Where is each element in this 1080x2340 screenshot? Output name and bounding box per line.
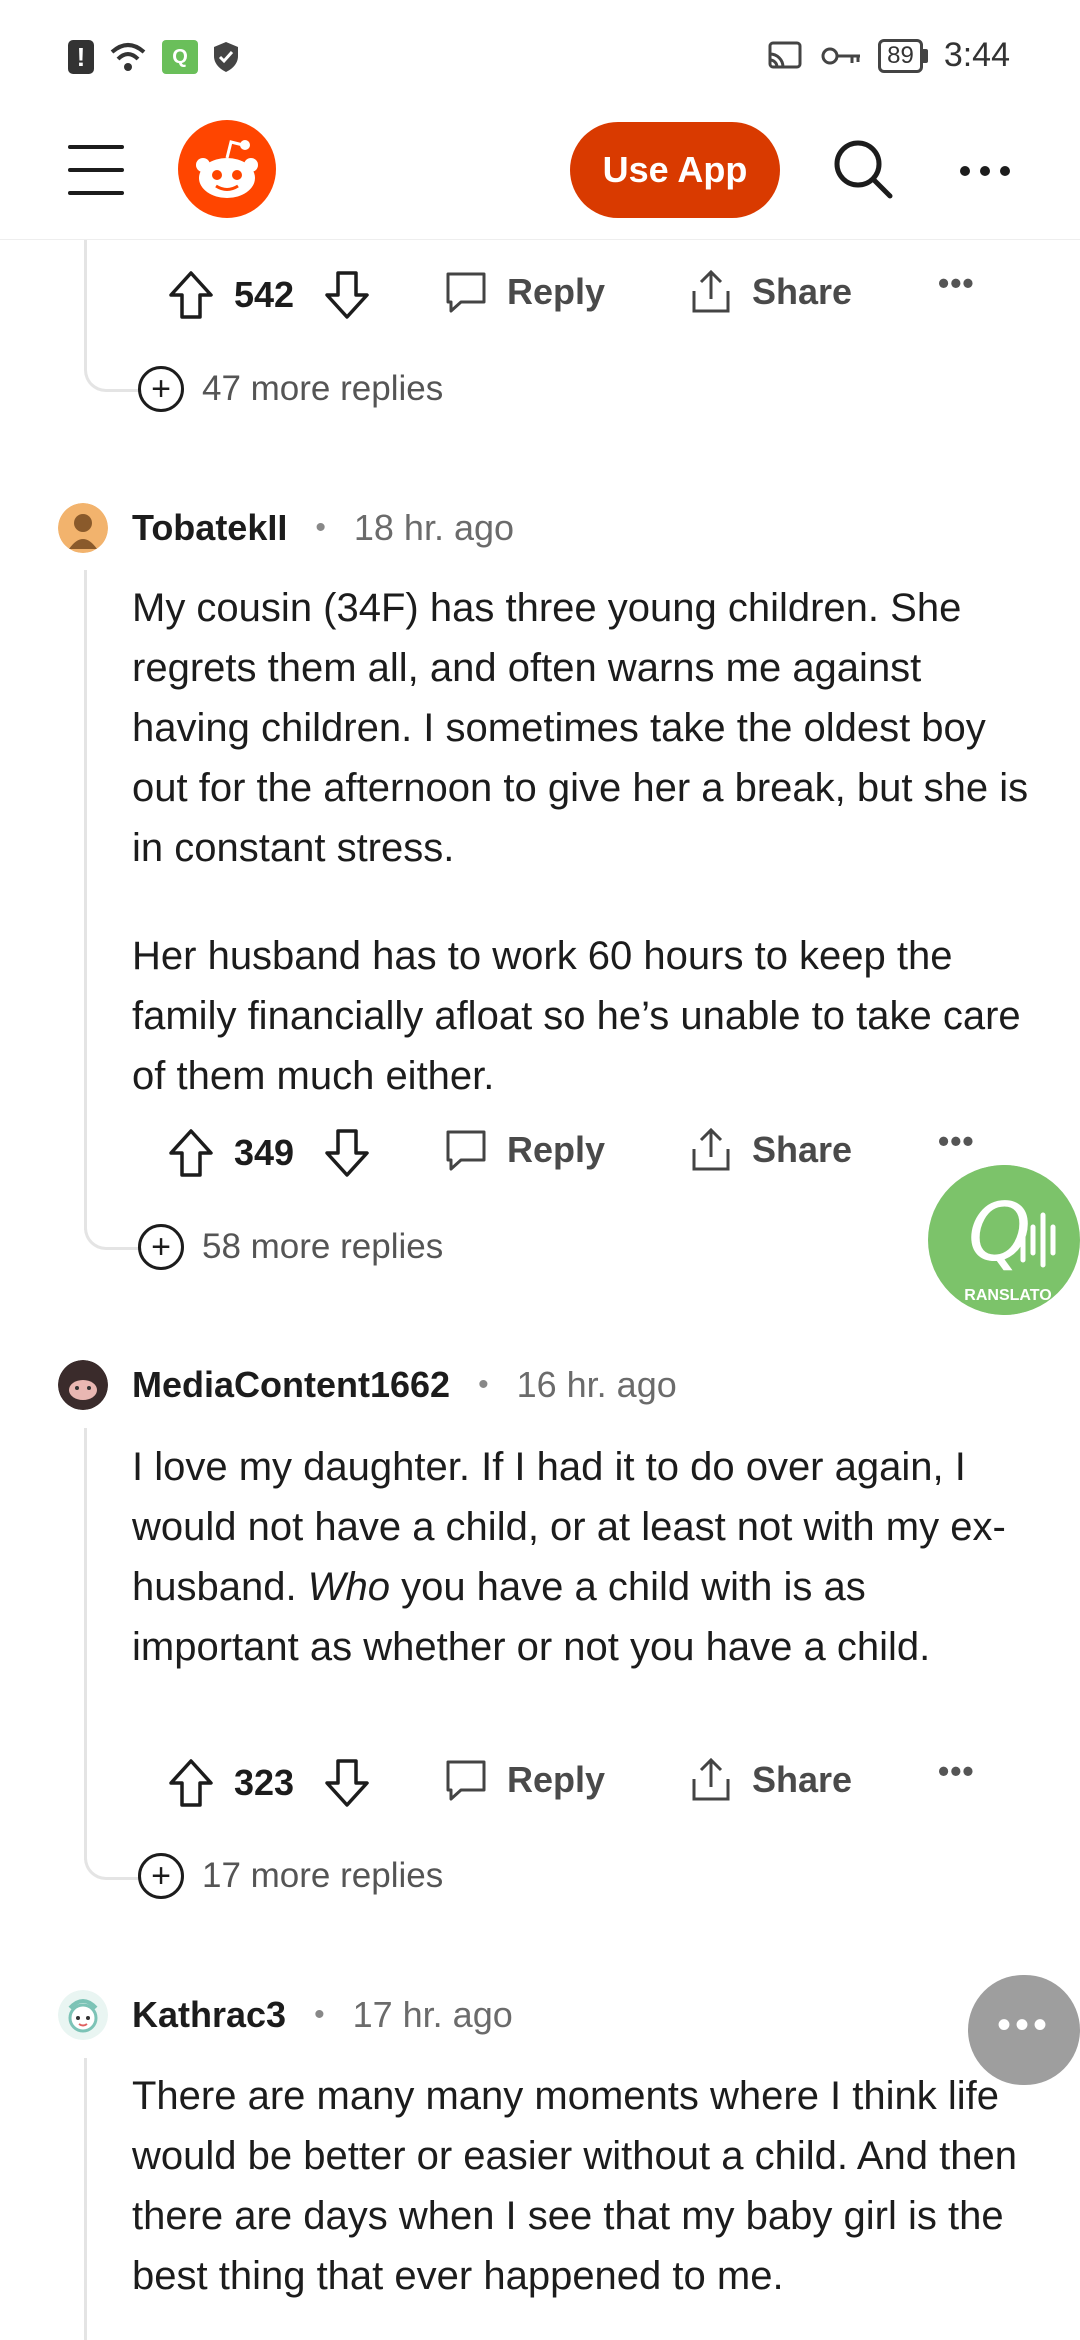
username[interactable]: TobatekII bbox=[132, 507, 287, 549]
use-app-button[interactable]: Use App bbox=[570, 122, 780, 218]
more-replies-link[interactable]: + 17 more replies bbox=[138, 1853, 443, 1899]
share-button[interactable]: Share bbox=[688, 1757, 852, 1803]
reply-button[interactable]: Reply bbox=[443, 269, 605, 315]
reply-icon bbox=[446, 1760, 486, 1801]
share-button[interactable]: Share bbox=[688, 1127, 852, 1173]
more-replies-label: 17 more replies bbox=[202, 1856, 444, 1895]
more-replies-link[interactable]: + 58 more replies bbox=[138, 1224, 443, 1270]
key-icon bbox=[821, 47, 861, 64]
share-icon bbox=[692, 269, 730, 313]
upvote-button[interactable] bbox=[168, 270, 214, 320]
comment-header: TobatekII • 18 hr. ago bbox=[58, 503, 514, 553]
status-left-icons: ! Q bbox=[68, 40, 240, 74]
comment-body: I love my daughter. If I had it to do ov… bbox=[132, 1437, 1032, 1677]
cast-icon bbox=[768, 41, 802, 68]
clock: 3:44 bbox=[943, 36, 1010, 74]
separator-dot: • bbox=[315, 511, 326, 544]
avatar[interactable] bbox=[58, 1360, 108, 1410]
translator-app-icon: Q bbox=[162, 40, 198, 74]
status-bar: ! Q 89 3:44 bbox=[0, 0, 1080, 120]
username[interactable]: Kathrac3 bbox=[132, 1994, 286, 2036]
reply-icon bbox=[446, 1130, 486, 1171]
avatar[interactable] bbox=[58, 1990, 108, 2040]
downvote-icon bbox=[325, 1129, 369, 1177]
comment-header: Kathrac3 • 17 hr. ago bbox=[58, 1990, 513, 2040]
comment-more-icon[interactable]: ••• bbox=[938, 1123, 975, 1160]
upvote-button[interactable] bbox=[168, 1128, 214, 1178]
comment-actions: 323 Reply Share ••• bbox=[168, 1753, 974, 1813]
search-icon[interactable] bbox=[830, 136, 896, 202]
comment-actions: 542 Reply Share ••• bbox=[168, 265, 974, 325]
battery-tip bbox=[922, 48, 928, 63]
app-header: Use App bbox=[0, 120, 1080, 240]
share-label: Share bbox=[752, 271, 853, 312]
upvote-button[interactable] bbox=[168, 1758, 214, 1808]
shield-icon bbox=[214, 42, 238, 72]
reply-label: Reply bbox=[507, 1129, 606, 1170]
alert-icon: ! bbox=[68, 40, 94, 74]
reply-button[interactable]: Reply bbox=[443, 1127, 605, 1173]
wifi-icon bbox=[110, 43, 146, 71]
downvote-icon bbox=[325, 1759, 369, 1807]
comment-paragraph: Her husband has to work 60 hours to keep… bbox=[132, 934, 1021, 1098]
timestamp: 17 hr. ago bbox=[352, 1994, 513, 2035]
vote-score: 349 bbox=[234, 1132, 295, 1173]
comment-body: There are many many moments where I thin… bbox=[132, 2074, 1017, 2298]
translator-label: RANSLATO bbox=[964, 1287, 1052, 1304]
reply-button[interactable]: Reply bbox=[443, 1757, 605, 1803]
vote-score: 542 bbox=[234, 274, 295, 315]
more-replies-label: 47 more replies bbox=[202, 369, 444, 408]
upvote-icon bbox=[169, 271, 213, 319]
translator-widget-icon[interactable]: Q RANSLATO bbox=[928, 1165, 1080, 1315]
reply-label: Reply bbox=[507, 1759, 606, 1800]
share-label: Share bbox=[752, 1759, 853, 1800]
share-label: Share bbox=[752, 1129, 853, 1170]
thread-line bbox=[84, 240, 87, 360]
comment-text-emphasis: Who bbox=[307, 1565, 390, 1609]
upvote-icon bbox=[169, 1759, 213, 1807]
downvote-button[interactable] bbox=[324, 1758, 370, 1808]
upvote-icon bbox=[169, 1129, 213, 1177]
comment-actions: 349 Reply Share ••• bbox=[168, 1123, 974, 1183]
share-button[interactable]: Share bbox=[688, 269, 852, 315]
timestamp: 18 hr. ago bbox=[353, 507, 515, 548]
separator-dot: • bbox=[314, 1998, 325, 2031]
downvote-icon bbox=[325, 271, 369, 319]
thread-connector bbox=[84, 1214, 140, 1250]
plus-circle-icon: + bbox=[138, 1853, 184, 1899]
reddit-logo-icon[interactable] bbox=[178, 120, 276, 218]
timestamp: 16 hr. ago bbox=[516, 1364, 677, 1405]
thread-line bbox=[84, 2058, 87, 2340]
thread-connector bbox=[84, 356, 140, 392]
comment-header: MediaContent1662 • 16 hr. ago bbox=[58, 1360, 677, 1410]
more-replies-link[interactable]: + 47 more replies bbox=[138, 366, 443, 412]
share-icon bbox=[692, 1757, 730, 1801]
battery-indicator: 89 bbox=[878, 38, 923, 73]
avatar[interactable] bbox=[58, 503, 108, 553]
comment-more-icon[interactable]: ••• bbox=[938, 1753, 975, 1790]
username[interactable]: MediaContent1662 bbox=[132, 1364, 450, 1406]
plus-circle-icon: + bbox=[138, 366, 184, 412]
more-replies-label: 58 more replies bbox=[202, 1227, 444, 1266]
comment-paragraph: My cousin (34F) has three young children… bbox=[132, 586, 1029, 870]
reply-icon bbox=[446, 272, 486, 313]
status-right-icons: 89 3:44 bbox=[766, 36, 1010, 75]
menu-icon[interactable] bbox=[68, 145, 124, 195]
downvote-button[interactable] bbox=[324, 1128, 370, 1178]
comment-body: My cousin (34F) has three young children… bbox=[132, 578, 1032, 1106]
reply-label: Reply bbox=[507, 271, 606, 312]
thread-line bbox=[84, 1428, 87, 1860]
plus-circle-icon: + bbox=[138, 1224, 184, 1270]
comment-more-icon[interactable]: ••• bbox=[938, 265, 975, 302]
thread-connector bbox=[84, 1844, 140, 1880]
floating-more-button[interactable]: ••• bbox=[968, 1975, 1080, 2085]
downvote-button[interactable] bbox=[324, 270, 370, 320]
thread-line bbox=[84, 570, 87, 1230]
vote-score: 323 bbox=[234, 1762, 295, 1803]
separator-dot: • bbox=[478, 1368, 489, 1401]
share-icon bbox=[692, 1127, 730, 1171]
more-options-icon[interactable] bbox=[955, 156, 1015, 186]
